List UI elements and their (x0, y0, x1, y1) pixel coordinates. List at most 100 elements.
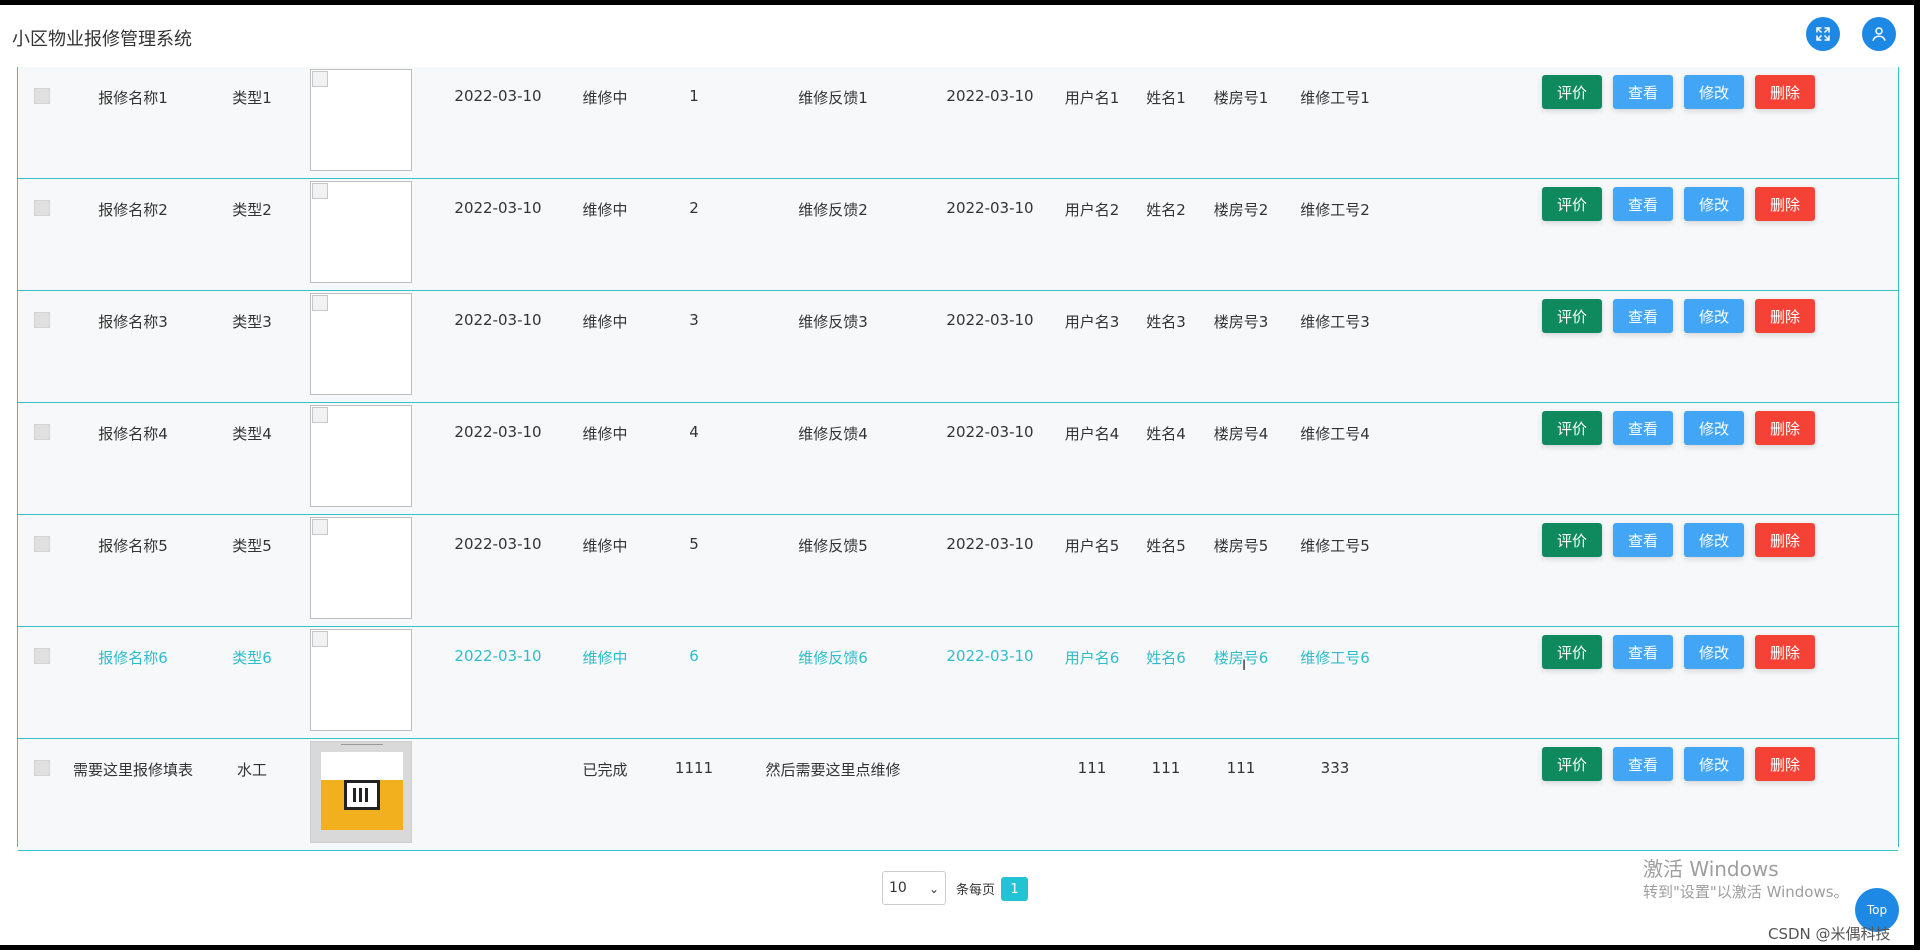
feedback-date-cell: 2022-03-10 (946, 87, 1034, 105)
repair-type-cell: 类型5 (232, 537, 272, 555)
fullscreen-button[interactable] (1806, 17, 1840, 51)
page-number-current[interactable]: 1 (1001, 877, 1028, 901)
table-row: 报修名称2 类型2 2022-03-10 维修中 2 维修反馈2 2022-03-10 用户名… (18, 179, 1898, 291)
building-cell: 楼房号6 (1213, 649, 1269, 667)
real-name-cell: 姓名4 (1146, 425, 1186, 443)
repair-type-cell: 类型1 (232, 89, 272, 107)
view-button[interactable]: 查看 (1613, 635, 1673, 669)
username-cell: 用户名2 (1064, 201, 1120, 219)
repair-name-cell: 报修名称2 (98, 201, 168, 219)
row-checkbox[interactable] (34, 200, 50, 216)
status-cell: 维修中 (582, 537, 628, 555)
user-icon (1872, 27, 1886, 41)
real-name-cell: 姓名6 (1146, 649, 1186, 667)
number-cell: 3 (689, 311, 699, 329)
feedback-cell: 维修反馈4 (798, 425, 868, 443)
real-name-cell: 姓名1 (1146, 89, 1186, 107)
real-name-cell: 姓名5 (1146, 537, 1186, 555)
table-row: 报修名称6 类型6 2022-03-10 维修中 6 维修反馈6 2022-03-10 用户名… (18, 627, 1898, 739)
table-row: 需要这里报修填表 水工 已完成 1111 然后需要这里点维修 111 111 111 333 评价… (18, 739, 1898, 851)
repair-photo (310, 741, 412, 843)
feedback-date-cell: 2022-03-10 (946, 535, 1034, 553)
repair-date-cell: 2022-03-10 (454, 199, 542, 217)
worker-id-cell: 维修工号4 (1300, 425, 1370, 443)
worker-id-cell: 333 (1320, 759, 1350, 777)
page-size-select[interactable]: 10 ⌄ (882, 871, 946, 905)
feedback-cell: 维修反馈2 (798, 201, 868, 219)
repair-type-cell: 类型6 (232, 649, 272, 667)
edit-button[interactable]: 修改 (1684, 411, 1744, 445)
edit-button[interactable]: 修改 (1684, 299, 1744, 333)
chevron-down-icon: ⌄ (928, 882, 939, 896)
username-cell: 用户名3 (1064, 313, 1120, 331)
evaluate-button[interactable]: 评价 (1542, 411, 1602, 445)
feedback-date-cell: 2022-03-10 (946, 423, 1034, 441)
delete-button[interactable]: 删除 (1755, 75, 1815, 109)
edit-button[interactable]: 修改 (1684, 635, 1744, 669)
repair-type-cell: 类型4 (232, 425, 272, 443)
row-checkbox[interactable] (34, 424, 50, 440)
feedback-cell: 维修反馈5 (798, 537, 868, 555)
evaluate-button[interactable]: 评价 (1542, 523, 1602, 557)
evaluate-button[interactable]: 评价 (1542, 299, 1602, 333)
delete-button[interactable]: 删除 (1755, 635, 1815, 669)
view-button[interactable]: 查看 (1613, 187, 1673, 221)
evaluate-button[interactable]: 评价 (1542, 747, 1602, 781)
table-row: 报修名称4 类型4 2022-03-10 维修中 4 维修反馈4 2022-03-10 用户名… (18, 403, 1898, 515)
delete-button[interactable]: 删除 (1755, 187, 1815, 221)
broken-image-icon (310, 517, 412, 619)
view-button[interactable]: 查看 (1613, 411, 1673, 445)
real-name-cell: 姓名2 (1146, 201, 1186, 219)
view-button[interactable]: 查看 (1613, 747, 1673, 781)
repair-date-cell: 2022-03-10 (454, 311, 542, 329)
worker-id-cell: 维修工号3 (1300, 313, 1370, 331)
evaluate-button[interactable]: 评价 (1542, 635, 1602, 669)
edit-button[interactable]: 修改 (1684, 747, 1744, 781)
table-row: 报修名称5 类型5 2022-03-10 维修中 5 维修反馈5 2022-03-10 用户名… (18, 515, 1898, 627)
view-button[interactable]: 查看 (1613, 299, 1673, 333)
row-checkbox[interactable] (34, 88, 50, 104)
app-title: 小区物业报修管理系统 (12, 29, 192, 50)
row-checkbox[interactable] (34, 648, 50, 664)
repair-name-cell: 报修名称5 (98, 537, 168, 555)
view-button[interactable]: 查看 (1613, 75, 1673, 109)
repair-type-cell: 水工 (236, 761, 268, 779)
repair-name-cell: 报修名称4 (98, 425, 168, 443)
repair-date-cell: 2022-03-10 (454, 535, 542, 553)
edit-button[interactable]: 修改 (1684, 75, 1744, 109)
expand-icon (1816, 27, 1830, 41)
row-checkbox[interactable] (34, 536, 50, 552)
building-cell: 楼房号1 (1213, 89, 1269, 107)
repair-name-cell: 报修名称6 (98, 649, 168, 667)
edit-button[interactable]: 修改 (1684, 523, 1744, 557)
status-cell: 维修中 (582, 425, 628, 443)
broken-image-icon (310, 181, 412, 283)
row-checkbox[interactable] (34, 760, 50, 776)
building-cell: 楼房号4 (1213, 425, 1269, 443)
building-cell: 楼房号2 (1213, 201, 1269, 219)
view-button[interactable]: 查看 (1613, 523, 1673, 557)
worker-id-cell: 维修工号6 (1300, 649, 1370, 667)
delete-button[interactable]: 删除 (1755, 747, 1815, 781)
repair-name-cell: 报修名称3 (98, 313, 168, 331)
edit-button[interactable]: 修改 (1684, 187, 1744, 221)
feedback-date-cell: 2022-03-10 (946, 647, 1034, 665)
per-page-label: 条每页 (956, 883, 996, 898)
evaluate-button[interactable]: 评价 (1542, 187, 1602, 221)
repair-date-cell: 2022-03-10 (454, 87, 542, 105)
broken-image-icon (310, 69, 412, 171)
row-checkbox[interactable] (34, 312, 50, 328)
real-name-cell: 姓名3 (1146, 313, 1186, 331)
user-button[interactable] (1862, 17, 1896, 51)
feedback-cell: 维修反馈1 (798, 89, 868, 107)
activation-watermark-title: 激活 Windows (1643, 857, 1779, 881)
csdn-watermark: CSDN @米偶科技 (1768, 925, 1891, 943)
username-cell: 111 (1077, 759, 1107, 777)
delete-button[interactable]: 删除 (1755, 411, 1815, 445)
building-cell: 楼房号3 (1213, 313, 1269, 331)
number-cell: 1 (689, 87, 699, 105)
delete-button[interactable]: 删除 (1755, 523, 1815, 557)
repair-table: 报修名称1 类型1 2022-03-10 维修中 1 维修反馈1 2022-03-10 用户名… (17, 67, 1899, 851)
evaluate-button[interactable]: 评价 (1542, 75, 1602, 109)
delete-button[interactable]: 删除 (1755, 299, 1815, 333)
